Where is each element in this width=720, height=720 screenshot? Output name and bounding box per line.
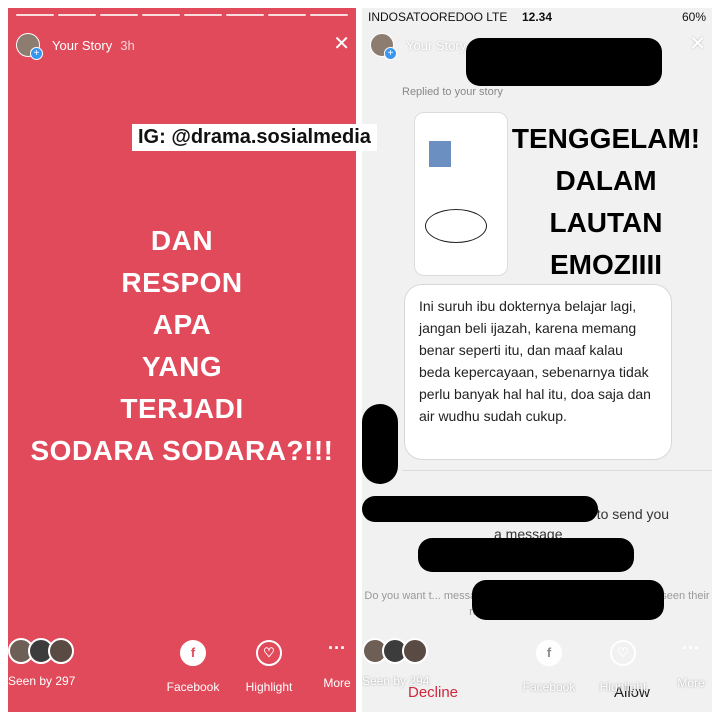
- more-icon: ···: [328, 638, 346, 658]
- story-title: Your Story: [52, 37, 113, 53]
- story-title: Your Story: [406, 37, 467, 53]
- more-label: More: [323, 676, 351, 690]
- add-story-icon[interactable]: +: [30, 47, 43, 60]
- highlight-button[interactable]: ♡ Highlight: [588, 640, 658, 694]
- sticker-text-line: EMOZIIII: [550, 249, 662, 280]
- divider: [402, 470, 712, 471]
- highlight-button[interactable]: ♡ Highlight: [234, 640, 304, 694]
- viewer-avatars[interactable]: [362, 638, 428, 664]
- facebook-button[interactable]: f Facebook: [514, 640, 584, 694]
- story-text-line: YANG: [141, 351, 223, 382]
- redaction-scribble: [466, 38, 662, 86]
- facebook-label: Facebook: [166, 680, 220, 694]
- highlight-icon: ♡: [610, 640, 636, 666]
- story-text-line: SODARA SODARA?!!!: [30, 435, 334, 466]
- seen-by-count[interactable]: Seen by 297: [8, 674, 75, 688]
- sticker-text-line: LAUTAN: [549, 207, 663, 238]
- thumbnail-circle-mark: [425, 209, 487, 243]
- message-bubble: Ini suruh ibu dokternya belajar lagi, ja…: [404, 284, 672, 460]
- avatar[interactable]: +: [370, 33, 397, 60]
- redaction-scribble: [472, 580, 664, 620]
- clock: 12.34: [521, 10, 553, 24]
- redaction-scribble: [362, 404, 398, 484]
- add-story-icon[interactable]: +: [384, 47, 397, 60]
- story-progress-bar: [16, 14, 348, 16]
- viewer-avatars[interactable]: [8, 638, 74, 664]
- highlight-label: Highlight: [599, 680, 647, 694]
- sticker-text: TENGGELAM! DALAM LAUTAN EMOZIIII: [500, 118, 712, 286]
- story-age: 3h: [120, 37, 135, 53]
- story-panel-right: INDOSATOOREDOO LTE 12.34 60% + Your Stor…: [362, 8, 712, 712]
- watermark-text: IG: @drama.sosialmedia: [132, 124, 377, 151]
- redaction-scribble: [362, 496, 598, 522]
- story-text: DAN RESPON APA YANG TERJADI SODARA SODAR…: [8, 220, 356, 472]
- story-text-line: RESPON: [121, 267, 243, 298]
- more-icon: ···: [682, 638, 700, 658]
- close-icon[interactable]: ✕: [333, 32, 350, 56]
- story-panel-left: + Your Story 3h ✕ DAN RESPON APA YANG TE…: [8, 8, 356, 712]
- more-label: More: [677, 676, 705, 690]
- redaction-scribble: [418, 538, 634, 572]
- facebook-icon: f: [536, 640, 562, 666]
- viewer-avatar: [402, 638, 428, 664]
- avatar[interactable]: +: [16, 33, 43, 60]
- sticker-text-line: TENGGELAM!: [511, 123, 701, 154]
- decline-button[interactable]: Decline: [408, 684, 458, 701]
- viewer-avatar: [48, 638, 74, 664]
- facebook-button[interactable]: f Facebook: [158, 640, 228, 694]
- story-header: + Your Story 3h ✕: [16, 32, 350, 60]
- highlight-icon: ♡: [256, 640, 282, 666]
- story-text-line: APA: [152, 309, 212, 340]
- more-button[interactable]: ··· More: [302, 638, 356, 690]
- story-text-line: TERJADI: [120, 393, 244, 424]
- status-bar: INDOSATOOREDOO LTE 12.34 60%: [368, 10, 706, 28]
- close-icon[interactable]: ✕: [689, 32, 706, 56]
- sticker-text-line: DALAM: [555, 165, 657, 196]
- story-text-line: DAN: [150, 225, 214, 256]
- facebook-icon: f: [180, 640, 206, 666]
- highlight-label: Highlight: [245, 680, 293, 694]
- reply-label: Replied to your story: [402, 86, 503, 98]
- quoted-story-thumbnail[interactable]: [414, 112, 508, 276]
- thumbnail-image: [429, 141, 451, 167]
- more-button[interactable]: ··· More: [656, 638, 712, 690]
- facebook-label: Facebook: [522, 680, 576, 694]
